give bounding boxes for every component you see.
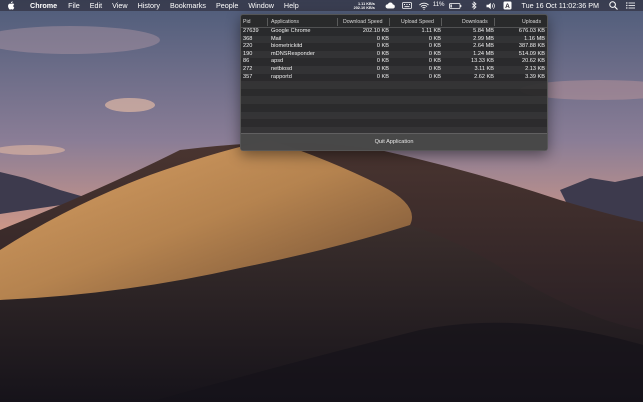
header-upload-speed[interactable]: Upload Speed	[401, 19, 434, 25]
table-row[interactable]: 272 netbiosd 0 KB 0 KB 3.11 KB 2.13 KB	[241, 65, 547, 74]
menu-bar-status-area: 1.11 KB/s 202.10 KB/s 11% A Tue 16 Oct 1…	[354, 0, 639, 11]
cell-application: Mail	[271, 35, 282, 42]
menu-help[interactable]: Help	[279, 0, 304, 11]
user-icon[interactable]: A	[502, 0, 513, 11]
volume-icon[interactable]	[485, 0, 496, 11]
column-divider	[337, 18, 338, 26]
bluetooth-icon[interactable]	[468, 0, 479, 11]
wifi-icon[interactable]	[419, 0, 430, 11]
cell-application: netbiosd	[271, 65, 293, 72]
header-pid[interactable]: Pid	[243, 19, 251, 25]
svg-text:A: A	[506, 3, 511, 10]
empty-table-row	[241, 89, 547, 97]
menu-people[interactable]: People	[211, 0, 243, 11]
cell-uploads: 3.39 KB	[525, 73, 545, 80]
process-table: 27639 Google Chrome 202.10 KB 1.11 KB 5.84 M…	[241, 28, 547, 135]
cell-uploads: 2.13 KB	[525, 65, 545, 72]
table-row[interactable]: 357 rapportd 0 KB 0 KB 2.62 KB 3.39 KB	[241, 74, 547, 82]
column-divider	[389, 18, 390, 26]
table-row[interactable]: 86 apsd 0 KB 0 KB 13.33 KB 20.62 KB	[241, 58, 547, 66]
cell-download-speed: 0 KB	[376, 65, 389, 72]
cell-pid: 272	[243, 65, 253, 72]
network-monitor-popover: Pid Applications Download Speed Upload S…	[240, 14, 548, 151]
cell-downloads: 5.84 MB	[473, 28, 494, 34]
quit-application-button[interactable]: Quit Application	[241, 133, 547, 150]
cell-download-speed: 0 KB	[376, 43, 389, 50]
header-uploads[interactable]: Uploads	[522, 19, 541, 25]
menu-bar-clock[interactable]: Tue 16 Oct 11:02:36 PM	[521, 0, 599, 11]
menu-active-app[interactable]: Chrome	[21, 0, 63, 11]
empty-table-row	[241, 104, 547, 112]
menu-window[interactable]: Window	[243, 0, 279, 11]
table-row[interactable]: 220 biometrickitd 0 KB 0 KB 2.64 MB 387.88 KB	[241, 43, 547, 51]
menu-bar: Chrome File Edit View History Bookmarks …	[0, 0, 643, 11]
menu-history[interactable]: History	[133, 0, 165, 11]
network-speed-monitor[interactable]: 1.11 KB/s 202.10 KB/s	[354, 2, 375, 10]
cell-uploads: 20.62 KB	[521, 58, 545, 65]
cell-upload-speed: 0 KB	[428, 65, 441, 72]
cell-download-speed: 0 KB	[376, 73, 389, 80]
cell-downloads: 2.62 KB	[474, 73, 494, 80]
cell-upload-speed: 0 KB	[428, 50, 441, 57]
cell-downloads: 2.99 MB	[473, 35, 494, 42]
cell-downloads: 1.24 MB	[473, 50, 494, 57]
cell-upload-speed: 1.11 KB	[421, 28, 442, 34]
menu-view[interactable]: View	[107, 0, 132, 11]
cell-uploads: 514.09 KB	[518, 50, 545, 57]
menu-edit[interactable]: Edit	[85, 0, 107, 11]
empty-table-row	[241, 119, 547, 127]
cell-downloads: 13.33 KB	[470, 58, 494, 65]
cell-pid: 190	[243, 50, 253, 57]
column-divider	[494, 18, 495, 26]
header-downloads[interactable]: Downloads	[462, 19, 488, 25]
cell-download-speed: 202.10 KB	[362, 28, 389, 34]
cell-download-speed: 0 KB	[376, 35, 389, 42]
cell-pid: 220	[243, 43, 253, 50]
empty-table-row	[241, 81, 547, 89]
table-header: Pid Applications Download Speed Upload S…	[241, 17, 547, 28]
cell-downloads: 3.11 KB	[474, 65, 495, 72]
battery-icon[interactable]	[449, 0, 462, 11]
cell-pid: 27639	[243, 28, 259, 34]
column-divider	[441, 18, 442, 26]
table-row[interactable]: 27639 Google Chrome 202.10 KB 1.11 KB 5.84 M…	[241, 28, 547, 36]
keyboard-icon[interactable]	[402, 0, 413, 11]
empty-table-row	[241, 96, 547, 104]
cell-download-speed: 0 KB	[376, 58, 389, 65]
cell-application: rapportd	[271, 73, 292, 80]
empty-table-row	[241, 111, 547, 120]
cell-uploads: 387.88 KB	[518, 43, 545, 50]
cell-upload-speed: 0 KB	[428, 73, 441, 80]
list-icon[interactable]	[625, 0, 636, 11]
cell-download-speed: 0 KB	[376, 50, 389, 57]
battery-percent: 11%	[432, 2, 445, 8]
cell-uploads: 1.16 MB	[524, 35, 545, 42]
table-row[interactable]: 190 mDNSResponder 0 KB 0 KB 1.24 MB 514.09 KB	[241, 50, 547, 59]
cell-application: Google Chrome	[271, 28, 311, 34]
cell-pid: 368	[243, 35, 253, 42]
apple-icon[interactable]	[7, 1, 21, 10]
cell-pid: 86	[243, 58, 250, 65]
cell-application: mDNSResponder	[271, 50, 315, 57]
menu-bookmarks[interactable]: Bookmarks	[165, 0, 211, 11]
menu-file[interactable]: File	[63, 0, 85, 11]
cell-uploads: 676.03 KB	[518, 28, 545, 34]
header-application[interactable]: Applications	[271, 19, 299, 25]
net-download-speed: 202.10 KB/s	[353, 5, 375, 10]
header-download-speed[interactable]: Download Speed	[343, 19, 383, 25]
cell-application: apsd	[271, 58, 284, 65]
column-divider	[267, 18, 268, 26]
cell-downloads: 2.64 MB	[473, 43, 494, 50]
cell-application: biometrickitd	[271, 43, 303, 50]
cloud-icon[interactable]	[385, 0, 396, 11]
cell-upload-speed: 0 KB	[428, 58, 441, 65]
cell-upload-speed: 0 KB	[428, 43, 441, 50]
table-row[interactable]: 368 Mail 0 KB 0 KB 2.99 MB 1.16 MB	[241, 35, 547, 44]
search-icon[interactable]	[608, 0, 619, 11]
cell-pid: 357	[243, 73, 253, 80]
cell-upload-speed: 0 KB	[428, 35, 441, 42]
